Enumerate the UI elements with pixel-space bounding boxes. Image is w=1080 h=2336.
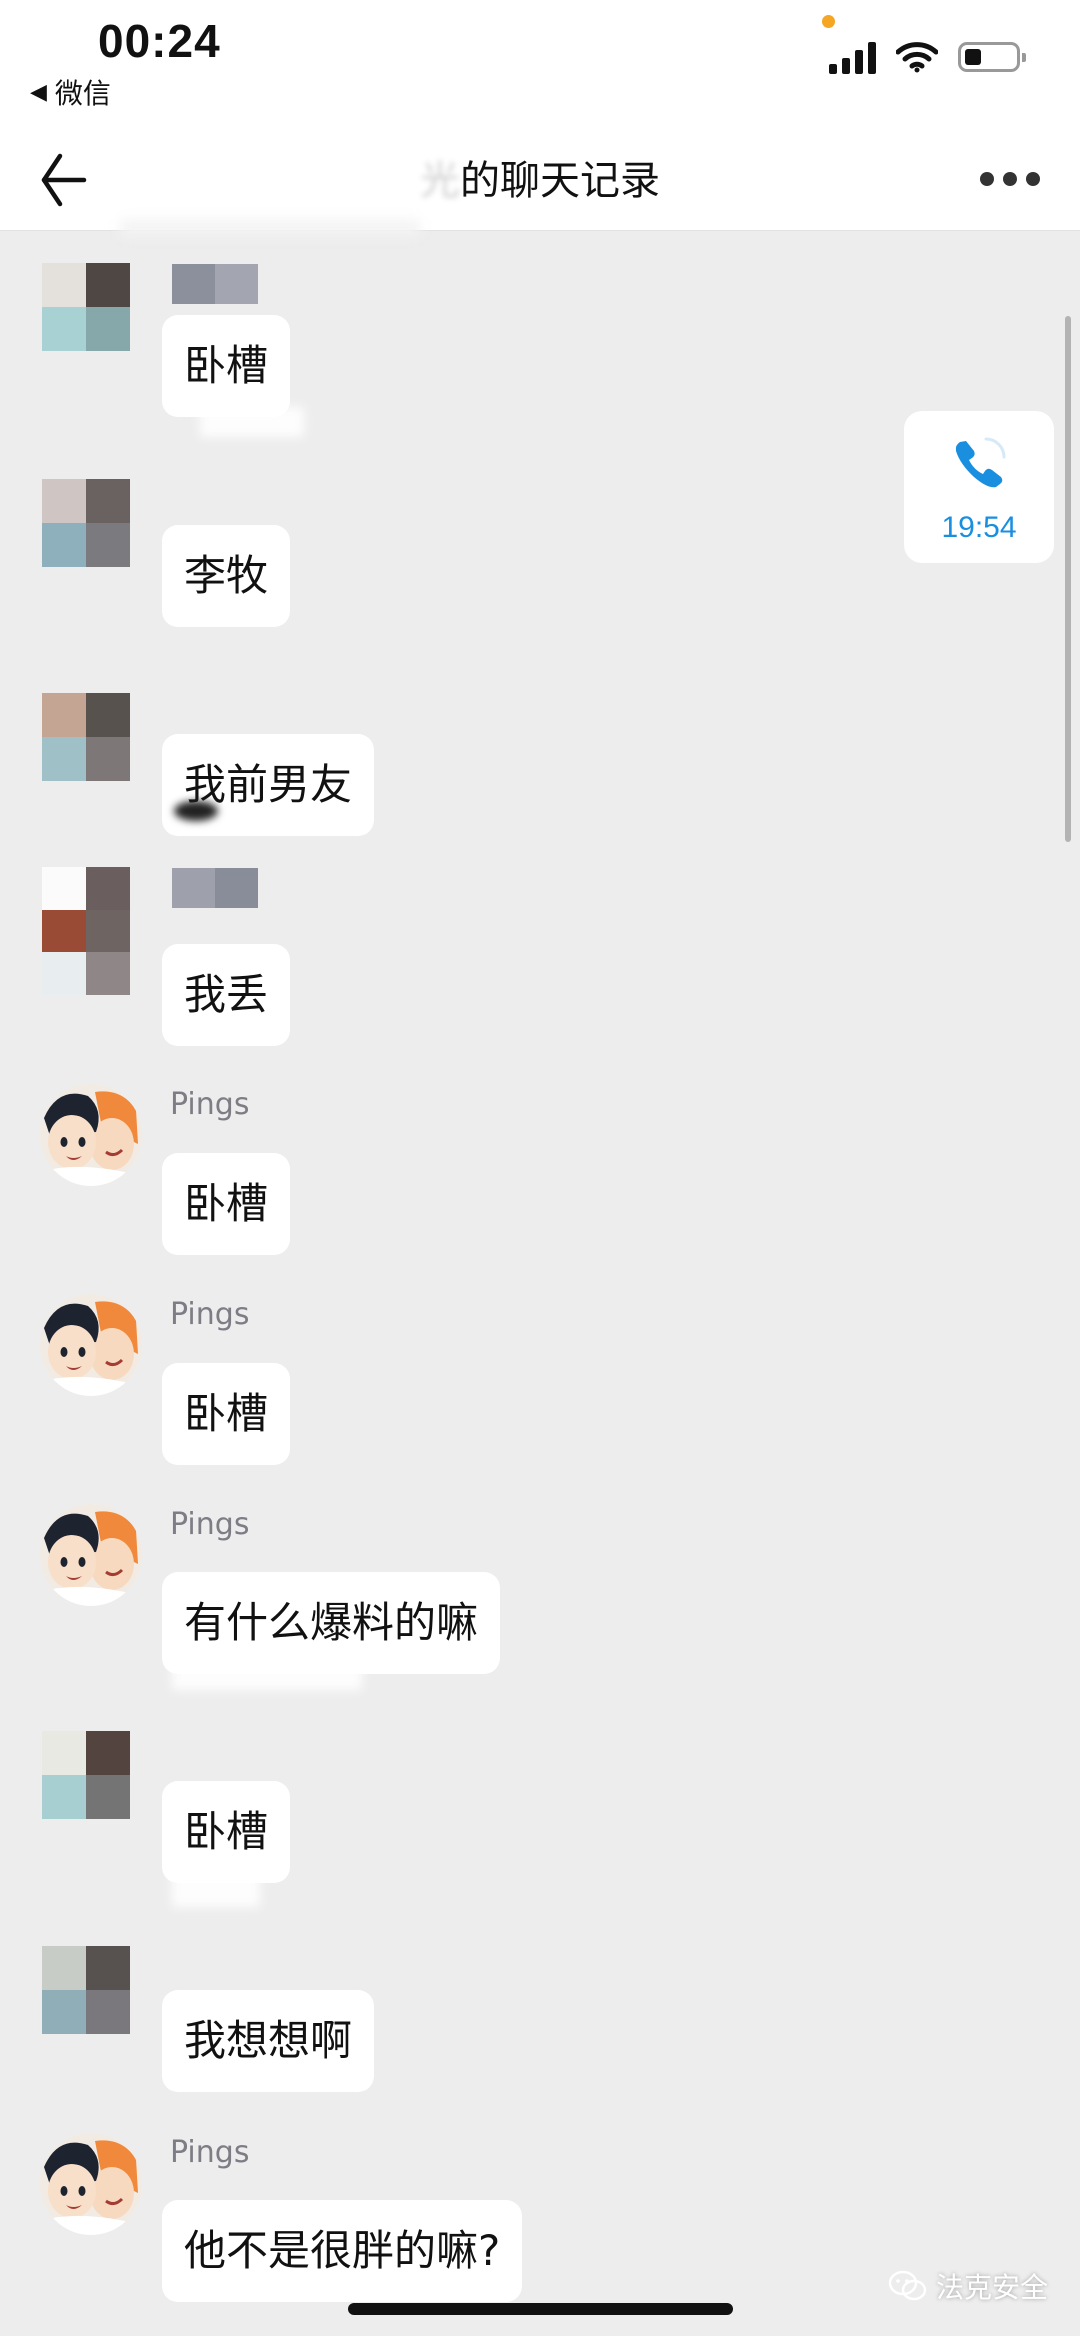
message-bubble[interactable]: 卧槽 xyxy=(162,1781,291,1883)
sender-name-blurred xyxy=(172,264,258,304)
avatar[interactable] xyxy=(42,693,130,781)
avatar[interactable] xyxy=(40,1084,142,1186)
voice-call-card[interactable]: 19:54 xyxy=(904,411,1054,563)
message-bubble[interactable]: 他不是很胖的嘛? xyxy=(162,2200,523,2302)
back-triangle-icon: ◀ xyxy=(30,79,47,105)
avatar[interactable] xyxy=(42,1946,130,2034)
home-indicator[interactable] xyxy=(348,2303,733,2315)
back-app-label: 微信 xyxy=(54,77,111,110)
avatar[interactable] xyxy=(40,1294,142,1396)
wifi-icon xyxy=(896,42,938,73)
mosaic-avatar-icon xyxy=(42,867,130,995)
anime-avatar-icon xyxy=(40,1294,142,1396)
blur-smear xyxy=(174,801,218,821)
more-dots-icon xyxy=(980,172,994,186)
battery-icon xyxy=(958,42,1026,72)
avatar[interactable] xyxy=(42,263,130,351)
anime-avatar-icon xyxy=(40,1504,142,1606)
avatar[interactable] xyxy=(42,1731,130,1819)
sender-name: Pings xyxy=(170,1507,250,1542)
sender-name: Pings xyxy=(170,1297,250,1332)
title-text: 的聊天记录 xyxy=(460,158,660,204)
mosaic-avatar-icon xyxy=(42,479,130,567)
wechat-logo-icon xyxy=(888,2270,927,2301)
cellular-signal-icon xyxy=(829,40,876,74)
watermark-text: 法克安全 xyxy=(936,2271,1049,2304)
avatar[interactable] xyxy=(42,479,130,567)
mosaic-avatar-icon xyxy=(42,1946,130,2034)
anime-avatar-icon xyxy=(40,2133,142,2235)
message-bubble[interactable]: 卧槽 xyxy=(162,1153,291,1255)
phone-icon xyxy=(955,437,1006,488)
sender-name: Pings xyxy=(170,2135,250,2170)
avatar[interactable] xyxy=(40,2133,142,2235)
title-blurred-prefix: 光 xyxy=(420,158,460,204)
call-duration: 19:54 xyxy=(941,511,1017,544)
mosaic-avatar-icon xyxy=(42,263,130,351)
anime-avatar-icon xyxy=(40,1084,142,1186)
message-bubble[interactable]: 我想想啊 xyxy=(162,1990,375,2092)
avatar[interactable] xyxy=(42,867,130,995)
status-icons xyxy=(829,40,1026,74)
mosaic-avatar-icon xyxy=(42,693,130,781)
status-bar: 00:24 ◀ 微信 xyxy=(0,0,1080,130)
status-time: 00:24 xyxy=(98,15,221,67)
scrollbar[interactable] xyxy=(1065,316,1071,842)
more-button[interactable] xyxy=(980,172,1040,186)
message-bubble[interactable]: 李牧 xyxy=(162,525,291,627)
nav-bar: 光的聊天记录 xyxy=(0,130,1080,236)
avatar[interactable] xyxy=(40,1504,142,1606)
page-title: 光的聊天记录 xyxy=(0,148,1080,206)
message-bubble[interactable]: 卧槽 xyxy=(162,1363,291,1465)
mosaic-avatar-icon xyxy=(42,1731,130,1819)
privacy-indicator-dot xyxy=(822,15,835,28)
message-bubble[interactable]: 有什么爆料的嘛 xyxy=(162,1572,501,1674)
sender-name-blurred xyxy=(172,868,258,908)
message-bubble[interactable]: 卧槽 xyxy=(162,315,291,417)
watermark: 法克安全 xyxy=(888,2266,1048,2306)
back-to-app-link[interactable]: ◀ 微信 xyxy=(30,72,111,112)
sender-name: Pings xyxy=(170,1087,250,1122)
message-bubble[interactable]: 我丢 xyxy=(162,944,291,1046)
